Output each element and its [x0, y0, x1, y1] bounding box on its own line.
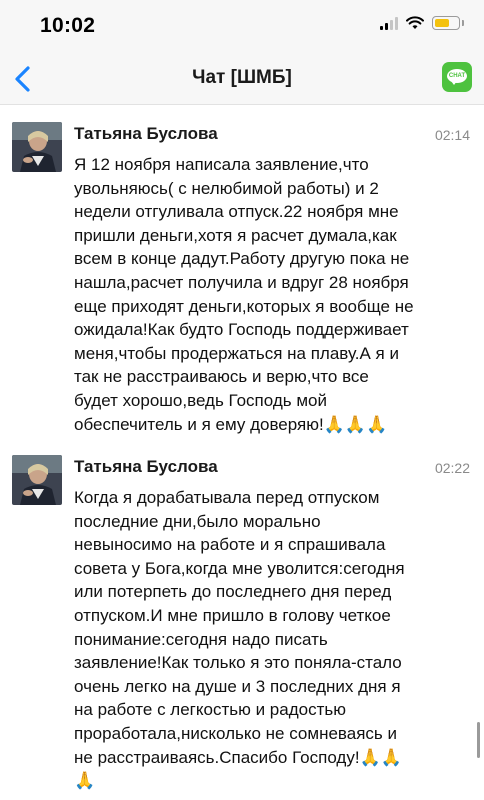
- sender-name: Татьяна Буслова: [74, 124, 218, 143]
- message-time: 02:22: [434, 460, 470, 476]
- avatar[interactable]: [12, 455, 62, 505]
- page-title: Чат [ШМБ]: [192, 67, 292, 88]
- chat-button[interactable]: CHAT: [442, 62, 472, 92]
- message-time: 02:14: [434, 127, 470, 143]
- message-item[interactable]: Татьяна Буслова 02:14 Я 12 ноября написа…: [0, 122, 484, 444]
- nav-bar: Чат [ШМБ] CHAT: [0, 52, 484, 105]
- message-text: Когда я дорабатывала перед отпуском посл…: [74, 488, 405, 791]
- status-time: 10:02: [40, 14, 96, 37]
- message-text: Я 12 ноября написала заявление,что уволь…: [74, 155, 414, 434]
- status-icons: [380, 16, 464, 30]
- message-list[interactable]: Татьяна Буслова 02:14 Я 12 ноября написа…: [0, 105, 484, 800]
- chat-icon: CHAT: [447, 69, 467, 83]
- avatar[interactable]: [12, 122, 62, 172]
- status-bar: 10:02: [0, 0, 484, 52]
- message-item[interactable]: Татьяна Буслова 02:22 Когда я дорабатыва…: [0, 455, 484, 800]
- battery-icon: [432, 16, 464, 30]
- sender-name: Татьяна Буслова: [74, 457, 218, 476]
- scrollbar[interactable]: [477, 722, 480, 758]
- wifi-icon: [406, 16, 424, 29]
- cellular-signal-icon: [380, 16, 398, 30]
